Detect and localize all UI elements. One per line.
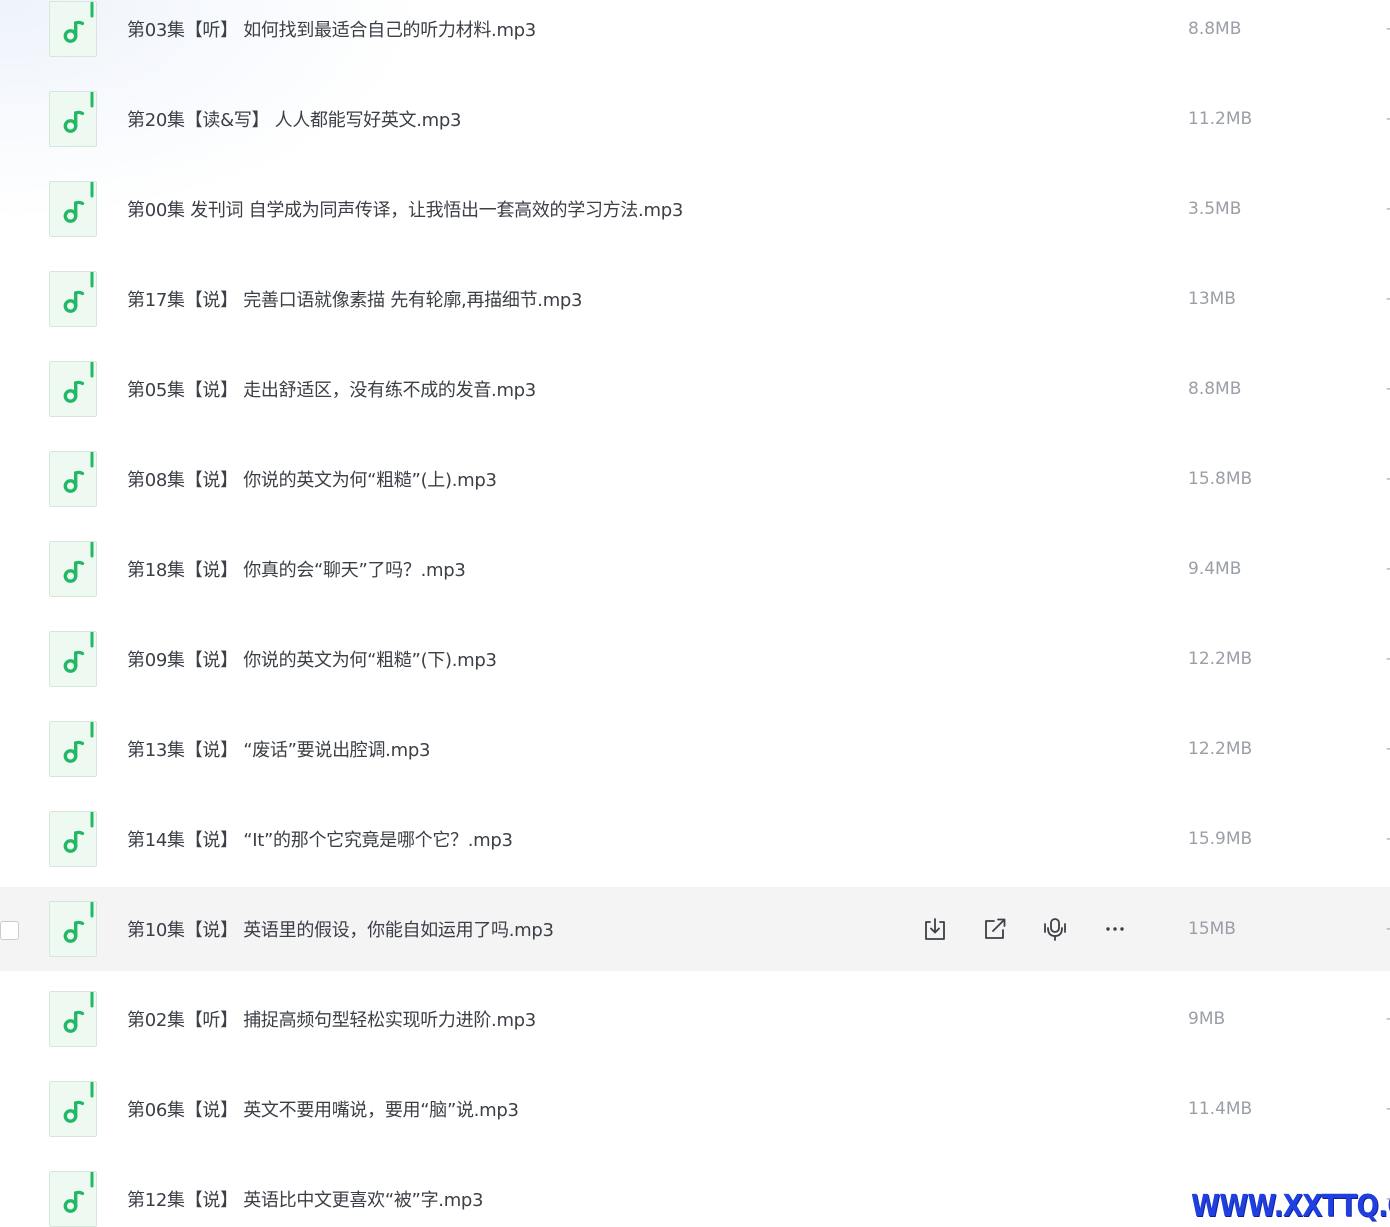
file-name[interactable]: 第09集【说】 你说的英文为何“粗糙”(下).mp3 bbox=[127, 646, 497, 672]
audio-file-thumbnail bbox=[49, 811, 97, 867]
file-size: 15MB bbox=[1188, 919, 1236, 939]
transcribe-button[interactable] bbox=[1040, 914, 1070, 944]
file-row[interactable]: 第09集【说】 你说的英文为何“粗糙”(下).mp3 12.2MB - bbox=[0, 614, 1390, 704]
row-checkbox[interactable] bbox=[0, 921, 19, 940]
file-row[interactable]: 第13集【说】 “废话”要说出腔调.mp3 12.2MB - bbox=[0, 704, 1390, 794]
audio-file-thumbnail bbox=[49, 451, 97, 507]
audio-file-thumbnail bbox=[49, 541, 97, 597]
watermark: WWW.XXTTQ.COM bbox=[1191, 1189, 1390, 1224]
transcribe-audio-icon bbox=[1044, 918, 1066, 941]
file-row[interactable]: 第00集 发刊词 自学成为同声传译，让我悟出一套高效的学习方法.mp3 3.5MB… bbox=[0, 164, 1390, 254]
audio-file-thumbnail bbox=[49, 91, 97, 147]
file-row[interactable]: 第20集【读&写】 人人都能写好英文.mp3 11.2MB - bbox=[0, 74, 1390, 164]
file-name[interactable]: 第00集 发刊词 自学成为同声传译，让我悟出一套高效的学习方法.mp3 bbox=[127, 196, 683, 222]
music-note-icon bbox=[63, 902, 94, 943]
file-row[interactable]: 第03集【听】 如何找到最适合自己的听力材料.mp3 8.8MB - bbox=[0, 0, 1390, 74]
row-edge-mark: - bbox=[1386, 741, 1390, 757]
audio-file-thumbnail bbox=[49, 901, 97, 957]
music-note-icon bbox=[63, 452, 94, 493]
file-name[interactable]: 第10集【说】 英语里的假设，你能自如运用了吗.mp3 bbox=[127, 916, 554, 942]
row-edge-mark: - bbox=[1386, 471, 1390, 487]
download-button[interactable] bbox=[920, 914, 950, 944]
file-size: 13MB bbox=[1188, 289, 1236, 309]
file-row[interactable]: 第14集【说】 “It”的那个它究竟是哪个它？.mp3 15.9MB - bbox=[0, 794, 1390, 884]
music-note-icon bbox=[63, 722, 94, 763]
file-size: 9MB bbox=[1188, 1009, 1226, 1029]
row-edge-mark: - bbox=[1386, 1101, 1390, 1117]
music-note-icon bbox=[63, 92, 94, 133]
file-row[interactable]: 第10集【说】 英语里的假设，你能自如运用了吗.mp3 15MB - bbox=[0, 887, 1390, 971]
music-note-icon bbox=[63, 1172, 94, 1213]
file-row[interactable]: 第18集【说】 你真的会“聊天”了吗？.mp3 9.4MB - bbox=[0, 524, 1390, 614]
file-row[interactable]: 第08集【说】 你说的英文为何“粗糙”(上).mp3 15.8MB - bbox=[0, 434, 1390, 524]
music-note-icon bbox=[63, 2, 94, 43]
row-edge-mark: - bbox=[1386, 921, 1390, 937]
music-note-icon bbox=[63, 362, 94, 403]
download-icon bbox=[925, 918, 945, 940]
file-size: 3.5MB bbox=[1188, 199, 1242, 219]
file-size: 11.4MB bbox=[1188, 1099, 1253, 1119]
share-button[interactable] bbox=[980, 914, 1010, 944]
file-list-page: 第03集【听】 如何找到最适合自己的听力材料.mp38.8MB-第20集【读&写… bbox=[0, 0, 1390, 1227]
file-size: 9.4MB bbox=[1188, 559, 1242, 579]
more-button[interactable] bbox=[1100, 914, 1130, 944]
row-edge-mark: - bbox=[1386, 831, 1390, 847]
audio-file-thumbnail bbox=[49, 271, 97, 327]
audio-file-thumbnail bbox=[49, 991, 97, 1047]
file-name[interactable]: 第08集【说】 你说的英文为何“粗糙”(上).mp3 bbox=[127, 466, 497, 492]
row-edge-mark: - bbox=[1386, 561, 1390, 577]
row-edge-mark: - bbox=[1386, 381, 1390, 397]
file-size: 12.2MB bbox=[1188, 739, 1253, 759]
audio-file-thumbnail bbox=[49, 181, 97, 237]
file-list: 第03集【听】 如何找到最适合自己的听力材料.mp38.8MB-第20集【读&写… bbox=[0, 0, 1390, 1227]
share-icon bbox=[985, 918, 1006, 939]
row-edge-mark: - bbox=[1386, 651, 1390, 667]
file-row[interactable]: 第06集【说】 英文不要用嘴说，要用“脑”说.mp3 11.4MB - bbox=[0, 1064, 1390, 1154]
file-size: 15.8MB bbox=[1188, 469, 1253, 489]
file-name[interactable]: 第03集【听】 如何找到最适合自己的听力材料.mp3 bbox=[127, 16, 536, 42]
file-size: 12.2MB bbox=[1188, 649, 1253, 669]
file-size: 15.9MB bbox=[1188, 829, 1253, 849]
audio-file-thumbnail bbox=[49, 1, 97, 57]
file-row[interactable]: 第17集【说】 完善口语就像素描 先有轮廓,再描细节.mp3 13MB - bbox=[0, 254, 1390, 344]
file-name[interactable]: 第06集【说】 英文不要用嘴说，要用“脑”说.mp3 bbox=[127, 1096, 519, 1122]
audio-file-thumbnail bbox=[49, 721, 97, 777]
music-note-icon bbox=[63, 812, 94, 853]
file-name[interactable]: 第18集【说】 你真的会“聊天”了吗？.mp3 bbox=[127, 556, 466, 582]
music-note-icon bbox=[63, 542, 94, 583]
row-edge-mark: - bbox=[1386, 291, 1390, 307]
audio-file-thumbnail bbox=[49, 631, 97, 687]
file-name[interactable]: 第17集【说】 完善口语就像素描 先有轮廓,再描细节.mp3 bbox=[127, 286, 583, 312]
file-name[interactable]: 第12集【说】 英语比中文更喜欢“被”字.mp3 bbox=[127, 1186, 484, 1212]
music-note-icon bbox=[63, 272, 94, 313]
file-name[interactable]: 第02集【听】 捕捉高频句型轻松实现听力进阶.mp3 bbox=[127, 1006, 536, 1032]
file-name[interactable]: 第13集【说】 “废话”要说出腔调.mp3 bbox=[127, 736, 430, 762]
row-edge-mark: - bbox=[1386, 1011, 1390, 1027]
file-name[interactable]: 第05集【说】 走出舒适区，没有练不成的发音.mp3 bbox=[127, 376, 536, 402]
file-size: 11.2MB bbox=[1188, 109, 1253, 129]
music-note-icon bbox=[63, 632, 94, 673]
music-note-icon bbox=[63, 1082, 94, 1123]
file-name[interactable]: 第20集【读&写】 人人都能写好英文.mp3 bbox=[127, 106, 462, 132]
audio-file-thumbnail bbox=[49, 361, 97, 417]
more-icon bbox=[1106, 927, 1124, 931]
music-note-icon bbox=[63, 992, 94, 1033]
row-edge-mark: - bbox=[1386, 201, 1390, 217]
audio-file-thumbnail bbox=[49, 1171, 97, 1227]
file-size: 8.8MB bbox=[1188, 379, 1242, 399]
file-row[interactable]: 第05集【说】 走出舒适区，没有练不成的发音.mp3 8.8MB - bbox=[0, 344, 1390, 434]
row-edge-mark: - bbox=[1386, 111, 1390, 127]
file-row[interactable]: 第12集【说】 英语比中文更喜欢“被”字.mp3- bbox=[0, 1154, 1390, 1227]
file-name[interactable]: 第14集【说】 “It”的那个它究竟是哪个它？.mp3 bbox=[127, 826, 513, 852]
music-note-icon bbox=[63, 182, 94, 223]
file-size: 8.8MB bbox=[1188, 19, 1242, 39]
row-edge-mark: - bbox=[1386, 21, 1390, 37]
file-row[interactable]: 第02集【听】 捕捉高频句型轻松实现听力进阶.mp3 9MB - bbox=[0, 974, 1390, 1064]
audio-file-thumbnail bbox=[49, 1081, 97, 1137]
